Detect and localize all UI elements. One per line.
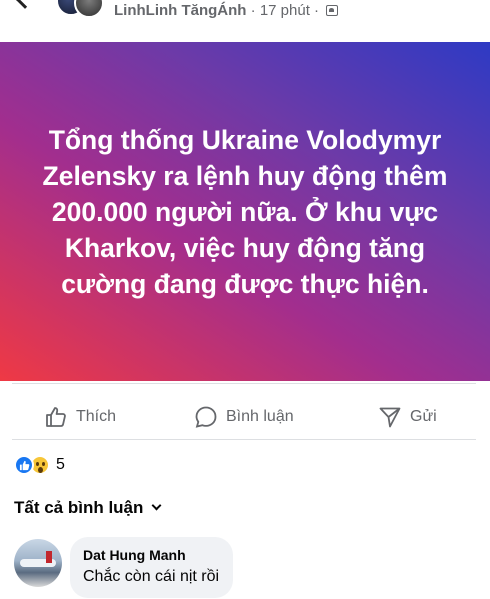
chevron-down-icon: [151, 500, 162, 511]
separator: ·: [314, 2, 320, 19]
separator: ·: [250, 2, 256, 19]
author-avatar[interactable]: [74, 0, 104, 18]
post-background: Tổng thống Ukraine Volodymyr Zelensky ra…: [0, 42, 490, 381]
send-icon: [379, 407, 401, 428]
comment-bubble[interactable]: Dat Hung Manh Chắc còn cái nịt rồi: [70, 537, 234, 598]
divider: [12, 383, 476, 384]
comment-button[interactable]: Bình luận: [194, 403, 294, 431]
post-text: Tổng thống Ukraine Volodymyr Zelensky ra…: [42, 124, 448, 299]
reactions-summary[interactable]: 5: [14, 453, 65, 477]
like-reaction-icon: [14, 455, 34, 475]
like-label: Thích: [76, 408, 117, 425]
comment-text: Chắc còn cái nịt rồi: [83, 568, 220, 585]
comment-label: Bình luận: [226, 408, 294, 425]
back-icon[interactable]: [15, 0, 35, 9]
thumbs-up-icon: [46, 407, 66, 427]
reaction-count: 5: [56, 456, 65, 473]
comment-author[interactable]: Dat Hung Manh: [83, 546, 219, 564]
comment-bubble-icon: [195, 406, 217, 428]
comments-filter-label: Tất cả bình luận: [14, 498, 144, 517]
author-name[interactable]: LinhLinh TăngÁnh: [114, 2, 246, 19]
post-actions: Thích Bình luận Gửi: [0, 395, 490, 439]
divider: [12, 439, 476, 440]
like-button[interactable]: Thích: [44, 403, 116, 431]
send-button[interactable]: Gửi: [378, 403, 437, 431]
send-label: Gửi: [410, 408, 437, 425]
commenter-avatar[interactable]: [14, 539, 62, 587]
comments-filter-dropdown[interactable]: Tất cả bình luận: [14, 498, 162, 518]
post-time[interactable]: 17 phút: [260, 2, 310, 19]
friends-icon: [326, 5, 339, 16]
post-meta: LinhLinh TăngÁnh · 17 phút ·: [114, 2, 339, 19]
post-header: LinhLinh TăngÁnh · 17 phút ·: [0, 0, 490, 24]
